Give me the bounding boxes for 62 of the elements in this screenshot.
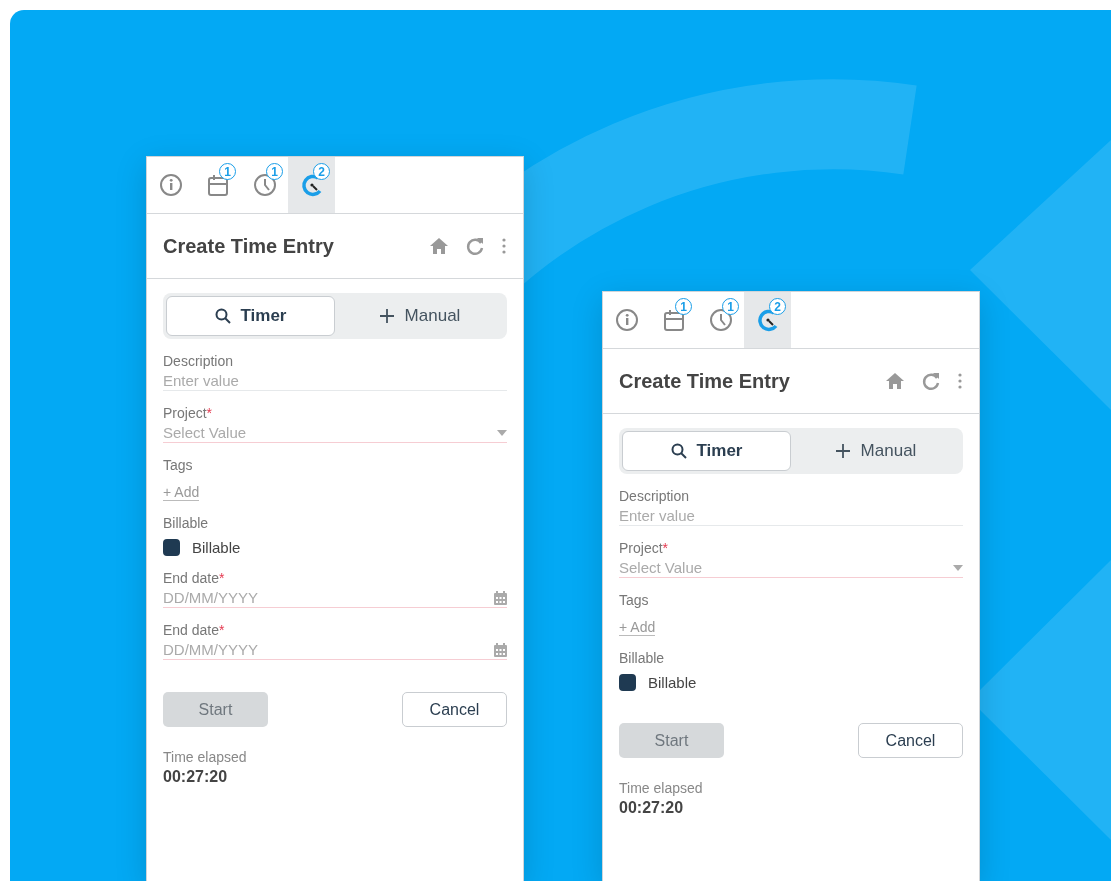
field-label: Billable [619, 650, 666, 666]
home-icon[interactable] [429, 237, 449, 255]
checkbox-label: Billable [192, 539, 241, 556]
elapsed-time: 00:27:20 [619, 799, 685, 817]
field-label: Billable [163, 515, 210, 531]
tab[interactable]: 1 [697, 292, 744, 348]
add-tag-link[interactable]: + Add [619, 619, 656, 636]
field-label: Description [619, 488, 691, 504]
count-badge: 1 [219, 163, 236, 180]
select-field[interactable]: Select Value [163, 424, 507, 443]
tab[interactable]: 2 [744, 292, 791, 348]
field-label: Tags [619, 592, 650, 608]
refresh-icon[interactable] [465, 236, 485, 256]
search-icon [670, 443, 687, 459]
count-badge: 1 [722, 298, 739, 315]
info-icon [158, 173, 183, 197]
cancel-button[interactable]: Cancel [858, 723, 963, 758]
select-field[interactable]: Select Value [619, 559, 963, 578]
elapsed-time: 00:27:20 [163, 768, 229, 786]
add-tag-link[interactable]: + Add [163, 484, 200, 501]
field-label: Description [163, 353, 235, 369]
elapsed-label: Time elapsed [619, 780, 704, 796]
plus-icon [378, 308, 395, 324]
field-label: Project* [163, 405, 214, 421]
field-label: End date* [163, 622, 226, 638]
checkbox[interactable] [163, 539, 180, 556]
text-field[interactable]: Enter value [619, 507, 963, 526]
search-icon [214, 308, 231, 324]
date-field[interactable]: DD/MM/YYYY [163, 641, 507, 660]
field-label: End date* [163, 570, 226, 586]
calendar-icon [494, 590, 507, 605]
count-badge: 1 [266, 163, 283, 180]
field-label: Project* [619, 540, 670, 556]
tab[interactable]: 1 [241, 157, 288, 213]
tab[interactable]: 1 [650, 292, 697, 348]
mode-tab[interactable]: Timer [166, 296, 335, 336]
date-field[interactable]: DD/MM/YYYY [163, 589, 507, 608]
more-icon[interactable] [501, 237, 507, 255]
field-label: Tags [163, 457, 194, 473]
dropdown-caret-icon [497, 429, 507, 436]
calendar-icon [494, 642, 507, 657]
mode-tab[interactable]: Manual [335, 296, 504, 336]
refresh-icon[interactable] [921, 371, 941, 391]
tab[interactable]: 1 [194, 157, 241, 213]
checkbox[interactable] [619, 674, 636, 691]
count-badge: 2 [769, 298, 786, 315]
checkbox-label: Billable [648, 674, 697, 691]
elapsed-label: Time elapsed [163, 749, 248, 765]
panel-title: Create Time Entry [163, 234, 334, 258]
mode-tab[interactable]: Timer [622, 431, 791, 471]
info-icon [614, 308, 639, 332]
mode-tab[interactable]: Manual [791, 431, 960, 471]
more-icon[interactable] [957, 372, 963, 390]
count-badge: 2 [313, 163, 330, 180]
tab[interactable]: 2 [288, 157, 335, 213]
dropdown-caret-icon [953, 564, 963, 571]
text-field[interactable]: Enter value [163, 372, 507, 391]
count-badge: 1 [675, 298, 692, 315]
cancel-button[interactable]: Cancel [402, 692, 507, 727]
home-icon[interactable] [885, 372, 905, 390]
plus-icon [834, 443, 851, 459]
panel-title: Create Time Entry [619, 369, 790, 393]
